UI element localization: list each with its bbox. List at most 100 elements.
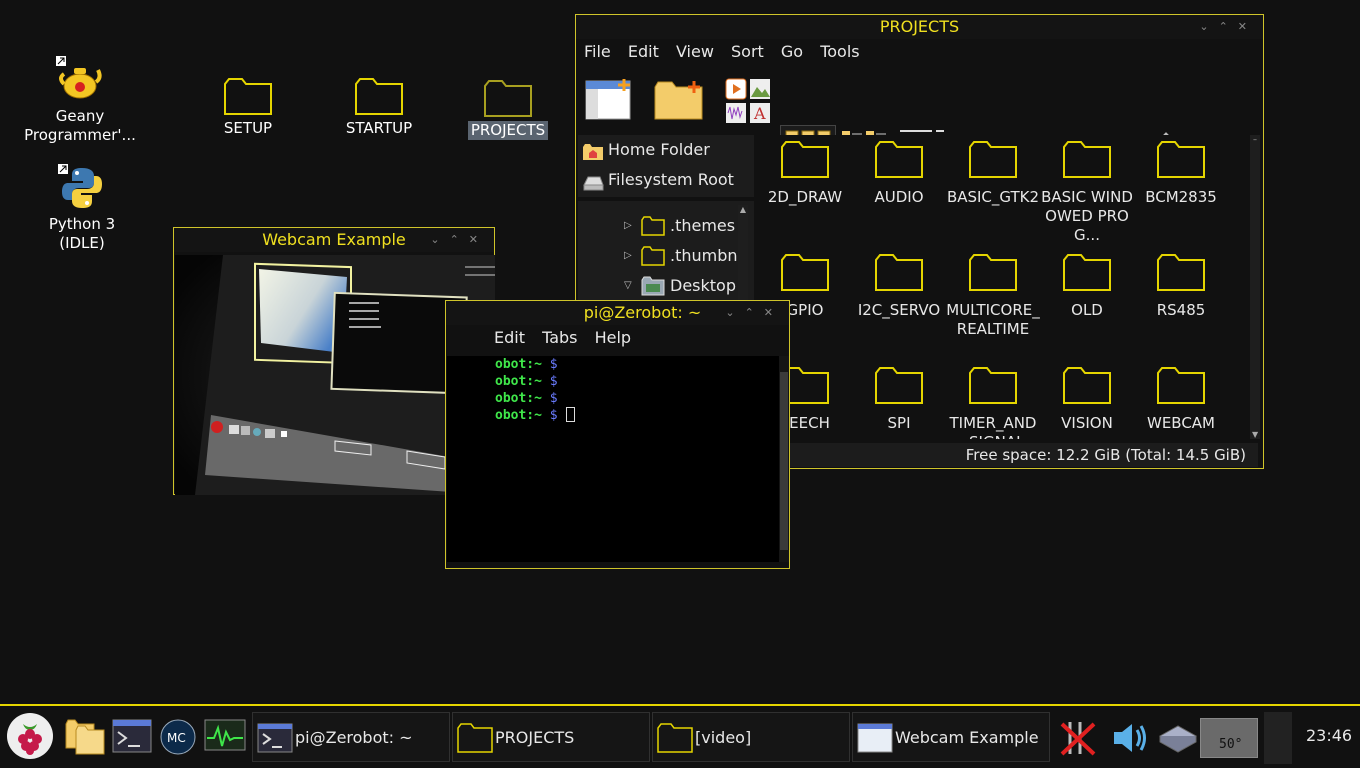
maximize-icon[interactable]: ⌃ xyxy=(1219,20,1238,33)
folder-icon xyxy=(641,246,665,271)
grid-scrollbar[interactable]: – ▼ xyxy=(1250,135,1260,439)
window-title: PROJECTS xyxy=(879,17,960,36)
place-filesystem-root[interactable]: Filesystem Root xyxy=(578,165,754,195)
volume-icon[interactable] xyxy=(1110,718,1150,758)
tree-item-thumbnails[interactable]: ▷ .thumbna xyxy=(578,241,738,271)
task-button-terminal[interactable]: pi@Zerobot: ~ xyxy=(252,712,450,762)
desktop-icon-python[interactable]: Python 3 (IDLE) xyxy=(22,164,142,253)
folder-item[interactable]: BASIC WINDOWED PROG... xyxy=(1040,141,1134,245)
folder-icon xyxy=(875,367,923,405)
menu-edit[interactable]: Edit xyxy=(628,42,659,61)
drive-icon xyxy=(582,171,604,191)
terminal-window[interactable]: pi@Zerobot: ~ ⌄⌃✕ Edit Tabs Help obot:~ … xyxy=(445,300,790,569)
menu-go[interactable]: Go xyxy=(781,42,803,61)
folder-label: BASIC WINDOWED PROG... xyxy=(1041,188,1133,244)
icon-view-icon[interactable]: A xyxy=(724,77,772,129)
folder-icon xyxy=(1157,254,1205,292)
terminal-launcher-icon[interactable] xyxy=(112,718,152,758)
close-icon[interactable]: ✕ xyxy=(469,233,488,246)
menu-edit[interactable]: Edit xyxy=(494,328,525,347)
tree-scrollbar[interactable]: ▲ xyxy=(738,205,748,305)
folder-item[interactable]: VISION xyxy=(1040,367,1134,433)
expand-arrow-icon[interactable]: ▷ xyxy=(624,211,632,241)
prompt-symbol: $ xyxy=(549,374,558,389)
menu-help[interactable]: Help xyxy=(595,328,631,347)
eject-drive-icon[interactable] xyxy=(1158,720,1198,760)
menu-tools[interactable]: Tools xyxy=(820,42,859,61)
mathematica-launcher-icon[interactable]: MC xyxy=(158,718,198,758)
terminal-prompt-line: obot:~ $ xyxy=(447,373,779,390)
desktop-folder-setup[interactable]: SETUP xyxy=(188,78,308,138)
folder-item[interactable]: BASIC_GTK2 xyxy=(946,141,1040,207)
folder-icon xyxy=(781,254,829,292)
place-home-folder[interactable]: Home Folder xyxy=(578,135,754,165)
close-icon[interactable]: ✕ xyxy=(764,306,783,319)
collapse-arrow-icon[interactable]: ▽ xyxy=(624,271,632,301)
scrollbar-thumb[interactable] xyxy=(780,372,788,550)
task-button-video[interactable]: [video] xyxy=(652,712,850,762)
window-title: pi@Zerobot: ~ xyxy=(583,303,702,322)
tree-item-themes[interactable]: ▷ .themes xyxy=(578,211,738,241)
prompt-symbol: $ xyxy=(549,357,558,372)
menu-view[interactable]: View xyxy=(676,42,714,61)
minimize-icon[interactable]: ⌄ xyxy=(725,306,744,319)
menu-file[interactable]: File xyxy=(584,42,611,61)
network-disconnected-icon[interactable] xyxy=(1058,718,1098,758)
python-icon xyxy=(58,164,106,210)
maximize-icon[interactable]: ⌃ xyxy=(450,233,469,246)
minimize-icon[interactable]: ⌄ xyxy=(1199,20,1218,33)
folder-item[interactable]: AUDIO xyxy=(852,141,946,207)
tree-item-desktop[interactable]: ▽ Desktop xyxy=(578,271,738,301)
folder-icon xyxy=(969,254,1017,292)
terminal-titlebar[interactable]: pi@Zerobot: ~ ⌄⌃✕ xyxy=(446,301,789,325)
terminal-output[interactable]: obot:~ $ obot:~ $ obot:~ $ obot:~ $ xyxy=(447,356,779,562)
file-manager-titlebar[interactable]: PROJECTS ⌄⌃✕ xyxy=(576,15,1263,39)
file-manager-toolbar: A xyxy=(576,65,1263,177)
folder-label: MULTICORE_REALTIME xyxy=(946,301,1040,338)
file-manager-launcher-icon[interactable] xyxy=(64,718,105,758)
folder-item[interactable]: BCM2835 xyxy=(1134,141,1228,207)
minimize-icon[interactable]: ⌄ xyxy=(430,233,449,246)
menu-tabs[interactable]: Tabs xyxy=(542,328,577,347)
folder-icon xyxy=(224,78,272,115)
desktop-icon-geany[interactable]: Geany Programmer'... xyxy=(20,56,140,145)
taskbar-spacer xyxy=(1264,712,1292,764)
folder-item[interactable]: OLD xyxy=(1040,254,1134,320)
folder-item[interactable]: SPI xyxy=(852,367,946,433)
task-button-webcam[interactable]: Webcam Example xyxy=(852,712,1050,762)
desktop-folder-icon xyxy=(641,276,665,301)
raspberry-menu-icon[interactable] xyxy=(6,712,54,760)
desktop-folder-projects[interactable]: PROJECTS xyxy=(448,80,568,140)
terminal-scrollbar[interactable] xyxy=(779,356,789,562)
place-label: Filesystem Root xyxy=(608,170,734,189)
desktop-icon-label: STARTUP xyxy=(345,119,413,137)
sidebar-divider[interactable] xyxy=(578,197,754,201)
new-folder-icon[interactable] xyxy=(654,79,704,125)
cpu-temp-monitor[interactable]: 50° xyxy=(1200,718,1258,758)
window-icon xyxy=(857,723,893,761)
folder-item[interactable]: MULTICORE_REALTIME xyxy=(946,254,1040,339)
webcam-titlebar[interactable]: Webcam Example ⌄⌃✕ xyxy=(174,228,494,252)
expand-arrow-icon[interactable]: ▷ xyxy=(624,241,632,271)
system-monitor-launcher-icon[interactable] xyxy=(204,718,246,758)
terminal-prompt-line: obot:~ $ xyxy=(447,407,779,424)
status-bar: Free space: 12.2 GiB (Total: 14.5 GiB) xyxy=(758,443,1258,467)
close-icon[interactable]: ✕ xyxy=(1238,20,1257,33)
folder-icon xyxy=(457,723,493,761)
place-label: Home Folder xyxy=(608,140,710,159)
terminal-cursor xyxy=(565,407,575,422)
folder-icon xyxy=(875,141,923,179)
new-window-icon[interactable] xyxy=(584,77,634,125)
folder-item[interactable]: TIMER_AND_SIGNAL xyxy=(946,367,1040,439)
folder-item[interactable]: RS485 xyxy=(1134,254,1228,320)
task-button-projects[interactable]: PROJECTS xyxy=(452,712,650,762)
folder-item[interactable]: I2C_SERVO xyxy=(852,254,946,320)
clock[interactable]: 23:46 xyxy=(1306,726,1352,745)
file-grid: 2D_DRAW AUDIO BASIC_GTK2 BASIC WINDOWED PRO… xyxy=(758,135,1250,439)
folder-item[interactable]: WEBCAM xyxy=(1134,367,1228,433)
folder-item[interactable]: 2D_DRAW xyxy=(758,141,852,207)
maximize-icon[interactable]: ⌃ xyxy=(745,306,764,319)
folder-label: WEBCAM xyxy=(1146,414,1215,432)
desktop-folder-startup[interactable]: STARTUP xyxy=(319,78,439,138)
menu-sort[interactable]: Sort xyxy=(731,42,764,61)
